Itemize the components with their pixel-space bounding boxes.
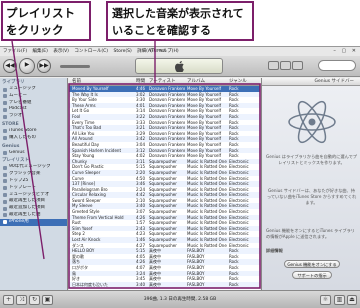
sidebar-header-genius: Genius <box>2 143 20 149</box>
smart-playlist-icon <box>3 199 7 204</box>
smart-playlist-icon <box>3 206 7 211</box>
table-row[interactable]: 日本は何度も泣いた 3:40 真夜中 FASLBOY Rock <box>69 281 260 288</box>
sidebar-item-purchased[interactable]: 購入したもの <box>0 135 67 142</box>
sidebar-item-90s[interactable]: 90年代ミュージック <box>0 164 67 171</box>
sidebar-item-genius[interactable]: Genius <box>0 150 67 157</box>
window-controls[interactable]: – ▢ ✕ <box>333 48 358 54</box>
track-list: 名前 時間 アーティスト アルバム ジャンル Moved By Yourself… <box>69 78 260 290</box>
smart-playlist-icon <box>3 179 7 184</box>
menu-bar: ファイル(F) 編集(E) 表示(V) コントロール(C) Store(S) 詳… <box>0 47 360 56</box>
track-genre: Rock <box>229 281 239 287</box>
smart-playlist-icon <box>3 186 7 191</box>
track-list-header: 名前 時間 アーティスト アルバム ジャンル <box>69 78 260 86</box>
genius-icon <box>3 151 7 156</box>
eject-icon[interactable]: ⏏ <box>347 295 357 305</box>
menu-store[interactable]: Store(S) <box>113 49 131 54</box>
sidebar: ライブラリ ミュージック ムービー テレビ番組 Podcast ラジオ STOR… <box>0 78 68 290</box>
show-sidebar-icon[interactable]: ▥ <box>334 295 345 305</box>
sidebar-item-top25[interactable]: トップ25 <box>0 178 67 185</box>
sidebar-item-music-videos[interactable]: ミュージックビデオ <box>0 192 67 199</box>
menu-file[interactable]: ファイル(F) <box>3 49 27 54</box>
sidebar-item-recently-played[interactable]: 最近再生した項目 <box>0 198 67 205</box>
list-view-button[interactable] <box>268 61 279 70</box>
now-playing-display <box>135 58 223 74</box>
genius-sidebar-header: Genius サイドバー <box>262 78 360 86</box>
sidebar-item-podcast[interactable]: Podcast <box>0 106 67 113</box>
podcast-icon <box>3 107 7 112</box>
playlist-icon <box>3 220 7 225</box>
smart-playlist-icon <box>3 172 7 177</box>
genius-more-info[interactable]: 詳細情報 <box>266 248 357 254</box>
previous-icon[interactable]: ◀◀ <box>3 59 17 73</box>
track-rows: Moved By Yourself4:46Donavon Frankenreit… <box>69 86 260 288</box>
sidebar-item-tv[interactable]: テレビ番組 <box>0 100 67 107</box>
track-time: 3:40 <box>136 281 145 287</box>
sidebar-item-classical[interactable]: クラシック音楽 <box>0 171 67 178</box>
grid-view-button[interactable] <box>280 61 291 70</box>
column-artist[interactable]: アーティスト <box>147 78 185 85</box>
column-album[interactable]: アルバム <box>185 78 227 85</box>
sidebar-item-music[interactable]: ミュージック <box>0 86 67 93</box>
status-bar: + ⤨ ↻ ▣ 396曲, 1.3 日の再生時間, 2.58 GB ⚛ ▥ ⏏ <box>0 290 360 308</box>
genius-toggle-icon[interactable]: ⚛ <box>320 295 331 305</box>
callout-click-playlist: プレイリストをクリック <box>1 1 91 41</box>
genius-sidebar: Genius サイドバー Genius はライブラリから曲を自動的に選んでプレイ… <box>261 78 360 290</box>
sidebar-item-itunes-store[interactable]: iTunes Store <box>0 128 67 135</box>
track-artist: 真夜中 <box>149 281 161 287</box>
coverflow-view-button[interactable] <box>292 61 303 70</box>
next-icon[interactable]: ▶▶ <box>37 59 51 73</box>
library-summary: 396曲, 1.3 日の再生時間, 2.58 GB <box>143 297 217 302</box>
callout-confirm-music: 選択した音楽が表示されていることを確認する <box>106 1 254 41</box>
genius-notice: Genius 機能をオンにするとiTunes ライブラリの情報がApple に送… <box>266 228 355 240</box>
column-time[interactable]: 時間 <box>133 78 147 85</box>
track-album: FASLBOY <box>187 281 205 287</box>
sidebar-header-store: STORE <box>2 121 19 127</box>
smart-playlist-icon <box>3 165 7 170</box>
search-input[interactable] <box>318 60 356 71</box>
menu-view[interactable]: 表示(V) <box>53 49 69 54</box>
menu-controls[interactable]: コントロール(C) <box>74 49 108 54</box>
radio-icon <box>3 114 7 119</box>
menu-edit[interactable]: 編集(E) <box>33 49 48 54</box>
turn-on-genius-button[interactable]: Genius 機能をオンにする <box>284 260 340 268</box>
sidebar-item-movies[interactable]: ムービー <box>0 93 67 100</box>
genius-atom-icon <box>288 100 336 144</box>
genius-description-1: Genius はライブラリから曲を自動的に選んでプレイリストとミックスを作ります… <box>266 154 357 166</box>
sidebar-header-library: ライブラリ <box>2 80 25 85</box>
column-genre[interactable]: ジャンル <box>227 78 260 85</box>
music-icon <box>3 87 7 92</box>
column-name[interactable]: 名前 <box>69 78 133 85</box>
volume-slider[interactable] <box>60 65 90 68</box>
window-title: iTunes <box>150 48 166 54</box>
toolbar: ◀◀ ▶ ▶▶ <box>0 56 360 77</box>
sidebar-item-recent-songs[interactable]: 最近再生した曲 <box>0 212 67 219</box>
sidebar-item-iphone-playlist[interactable]: iPhone用 <box>0 218 67 226</box>
track-name: 日本は何度も泣いた <box>72 281 108 287</box>
purchased-icon <box>3 136 7 141</box>
genius-description-2: Genius サイドバーは、あなたが好きな曲、持っていない曲をiTunes St… <box>266 188 357 206</box>
movie-icon <box>3 94 7 99</box>
support-button[interactable]: サポートの指示 <box>292 271 332 279</box>
sidebar-header-playlists: プレイリスト <box>2 158 29 164</box>
tv-icon <box>3 101 7 106</box>
itunes-window: ファイル(F) 編集(E) 表示(V) コントロール(C) Store(S) 詳… <box>0 46 360 308</box>
sidebar-item-recently-added[interactable]: 最近追加した項目 <box>0 205 67 212</box>
apple-logo-icon <box>175 61 184 72</box>
smart-playlist-icon <box>3 213 7 218</box>
store-icon <box>3 129 7 134</box>
sidebar-item-top-rated[interactable]: トップレート <box>0 185 67 192</box>
play-icon[interactable]: ▶ <box>19 58 35 74</box>
sidebar-item-radio[interactable]: ラジオ <box>0 113 67 120</box>
smart-playlist-icon <box>3 193 7 198</box>
